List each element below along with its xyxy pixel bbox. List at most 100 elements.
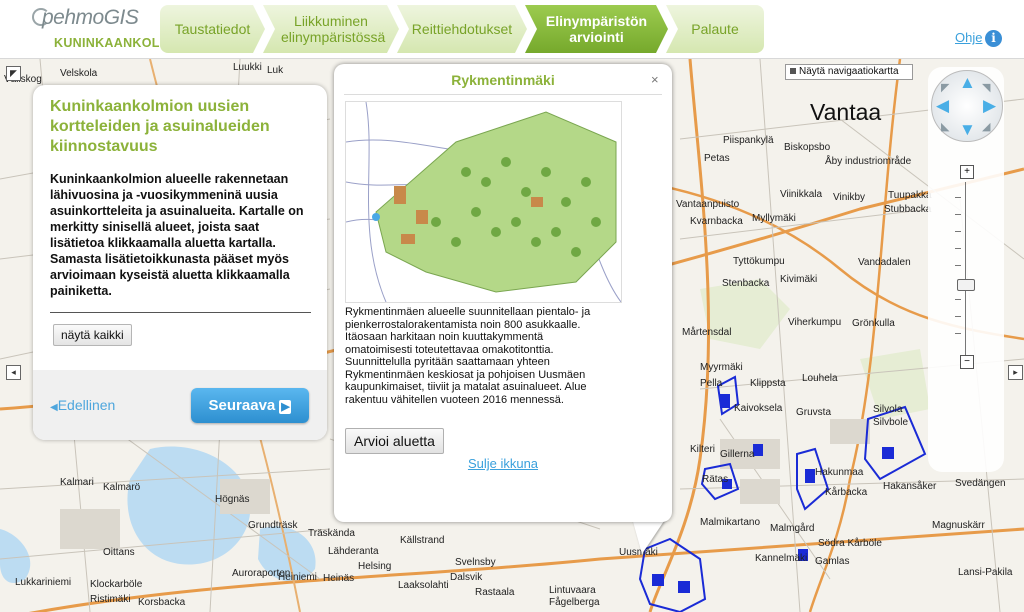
place-label: Malmgård: [770, 523, 815, 534]
popup-pointer: [632, 518, 666, 554]
place-label: Pella: [700, 378, 723, 389]
previous-link[interactable]: ◀Edellinen: [50, 397, 115, 413]
place-label: Viherkumpu: [788, 317, 842, 328]
pan-north-icon[interactable]: ▲: [959, 74, 976, 91]
place-label: Luk: [267, 65, 284, 76]
show-all-button[interactable]: näytä kaikki: [53, 324, 132, 346]
pan-south-icon[interactable]: ▼: [959, 121, 976, 138]
previous-label: Edellinen: [57, 397, 116, 413]
place-label: Stubbacka: [884, 204, 932, 215]
place-label: Heiniemi: [278, 572, 317, 583]
place-label: Åby industriområde: [825, 156, 912, 167]
top-bar: pehmoGIS KUNINKAANKOLMIO Taustatiedot Li…: [0, 0, 1024, 59]
place-label: Piispankylä: [723, 135, 774, 146]
place-label: Silvola: [873, 404, 903, 415]
chevron-right-icon: ▶: [279, 400, 292, 414]
navmap-label: Näytä navigaatiokartta: [799, 66, 899, 77]
logo-main-text: pehmoGIS: [42, 6, 139, 29]
next-label: Seuraava: [208, 397, 276, 414]
chevron-left-icon: ◀: [50, 402, 58, 413]
place-label: Lähderanta: [328, 546, 379, 557]
compass-pan-control[interactable]: ▲ ▼ ◀ ▶ ◤ ◥ ◣ ◢: [931, 70, 1003, 142]
place-label: Laaksolahti: [398, 580, 449, 591]
zoom-slider-handle[interactable]: [957, 279, 975, 291]
place-label: Heinäs: [323, 573, 355, 584]
map-navigation-panel: ▲ ▼ ◀ ▶ ◤ ◥ ◣ ◢ + −: [928, 67, 1004, 472]
step-label: Liikkuminen elinympäristössä: [281, 13, 386, 45]
panel-title: Kuninkaankolmion uusien kortteleiden ja …: [50, 98, 270, 155]
place-label: Myyrmäki: [700, 362, 743, 373]
place-label: Rastaala: [475, 587, 515, 598]
pan-east-icon[interactable]: ▶: [983, 97, 996, 114]
place-label: Viinikkala: [780, 189, 823, 200]
place-label: Ristimäki: [90, 594, 131, 605]
place-label: Klippsta: [750, 378, 786, 389]
place-label: Svedängen: [955, 478, 1006, 489]
place-label: Kvarnbacka: [690, 216, 743, 227]
place-label: Luukki: [233, 62, 262, 73]
place-label: Vandadalen: [858, 257, 911, 268]
pan-right-icon[interactable]: ▸: [1008, 365, 1023, 380]
zoom-in-button[interactable]: +: [960, 165, 974, 179]
place-label: Grönkulla: [852, 318, 895, 329]
step-elinympariston-arviointi[interactable]: Elinympäristön arviointi: [525, 5, 668, 53]
place-label: Tyttökumpu: [733, 256, 785, 267]
pan-northwest-icon[interactable]: ◤: [941, 80, 949, 97]
place-label: Källstrand: [400, 535, 445, 546]
help-link[interactable]: Ohje: [955, 30, 982, 45]
zoom-slider-track[interactable]: [965, 182, 966, 358]
place-label: Silvbole: [873, 417, 909, 428]
popup-title: Rykmentinmäki: [451, 72, 555, 88]
place-label: Helsing: [358, 561, 392, 572]
place-label: Lansi-Pakila: [958, 567, 1013, 578]
step-label: Elinympäristön arviointi: [545, 13, 648, 45]
panel-footer: ◀Edellinen Seuraava ▶: [33, 370, 327, 440]
show-navigation-map-button[interactable]: Näytä navigaatiokartta: [785, 64, 913, 80]
step-reittiehdotukset[interactable]: Reittiehdotukset: [397, 5, 527, 53]
place-label: Kannelmäki: [755, 553, 808, 564]
step-label: Taustatiedot: [174, 21, 251, 37]
close-icon[interactable]: ×: [651, 72, 659, 87]
place-label: Oittans: [103, 547, 135, 558]
place-label: Korsbacka: [138, 597, 186, 608]
place-label: Vantaanpuisto: [676, 199, 740, 210]
pan-up-left-icon[interactable]: ◤: [6, 66, 21, 81]
place-label: Kalmarö: [103, 482, 141, 493]
place-label: Hakunmaa: [815, 467, 864, 478]
step-taustatiedot[interactable]: Taustatiedot: [160, 5, 265, 53]
area-info-popup: Rykmentinmäki × Rykmentinmäen alueelle s…: [334, 64, 672, 522]
place-label: Petas: [704, 153, 730, 164]
pan-southwest-icon[interactable]: ◣: [941, 119, 949, 136]
toggle-square-icon: [790, 68, 796, 75]
place-label: Magnuskärr: [932, 520, 985, 531]
rate-area-button[interactable]: Arvioi aluetta: [345, 428, 444, 454]
place-label: Fågelberga: [549, 597, 600, 608]
pan-west-icon[interactable]: ◀: [936, 97, 949, 114]
zoom-out-button[interactable]: −: [960, 355, 974, 369]
step-liikkuminen[interactable]: Liikkuminen elinympäristössä: [263, 5, 399, 53]
place-label: Velskola: [60, 68, 98, 79]
place-label: Gamlas: [815, 556, 850, 567]
place-label: Vinikby: [833, 192, 866, 203]
place-label: Gruvsta: [796, 407, 832, 418]
place-label: Svelnsby: [455, 557, 496, 568]
pan-left-icon[interactable]: ◂: [6, 365, 21, 380]
next-button[interactable]: Seuraava ▶: [191, 388, 309, 423]
logo: pehmoGIS KUNINKAANKOLMIO: [32, 6, 184, 54]
place-label: Biskopsbo: [784, 142, 831, 153]
place-label: Malmikartano: [700, 517, 761, 528]
popup-description: Rykmentinmäen alueelle suunnitellaan pie…: [345, 306, 591, 406]
pan-northeast-icon[interactable]: ◥: [982, 80, 990, 97]
place-label: Grundträsk: [248, 520, 298, 531]
place-label: Kalmari: [60, 477, 94, 488]
place-label: Klockarböle: [90, 579, 143, 590]
info-icon[interactable]: i: [985, 30, 1002, 47]
place-label: Träskända: [308, 528, 355, 539]
step-palaute[interactable]: Palaute: [666, 5, 764, 53]
place-label: Kilteri: [690, 444, 716, 455]
info-panel: Kuninkaankolmion uusien kortteleiden ja …: [33, 85, 327, 440]
pan-southeast-icon[interactable]: ◢: [982, 119, 990, 136]
divider: [50, 312, 311, 313]
place-label: Lukkariniemi: [15, 577, 72, 588]
close-window-link[interactable]: Sulje ikkuna: [334, 456, 672, 471]
